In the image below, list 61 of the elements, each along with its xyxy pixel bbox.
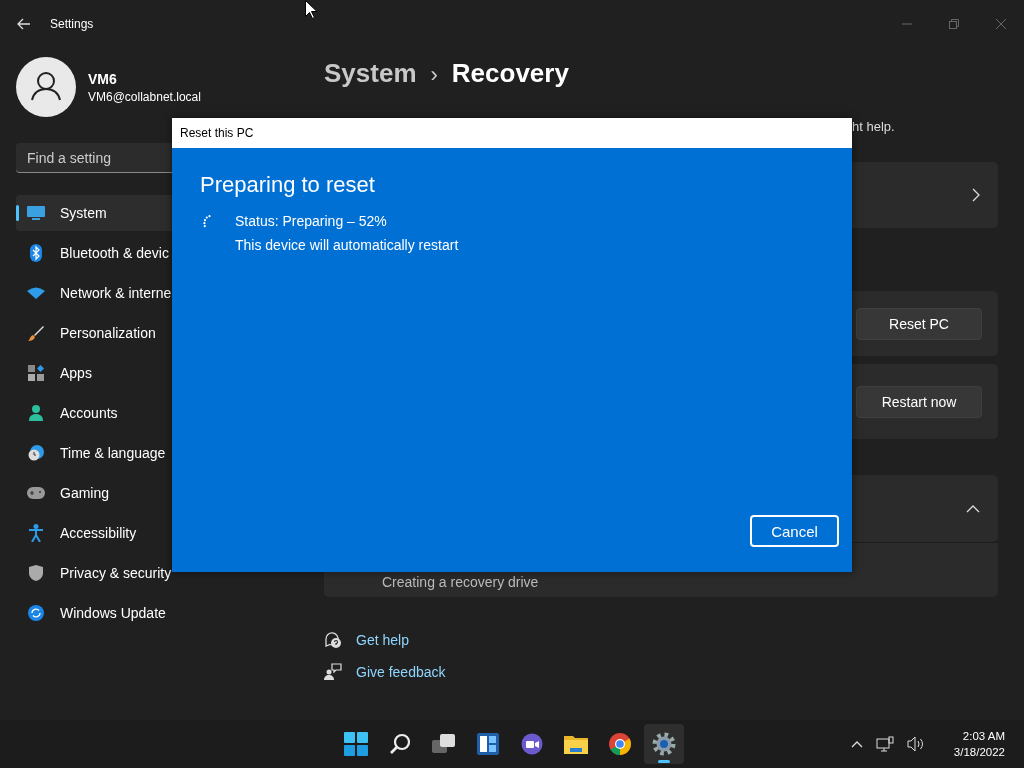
brush-icon bbox=[27, 325, 45, 341]
back-arrow-icon[interactable] bbox=[17, 18, 31, 30]
mouse-cursor-icon bbox=[305, 0, 317, 19]
person-icon bbox=[27, 405, 45, 421]
clock-date: 3/18/2022 bbox=[953, 746, 1005, 758]
feedback-icon bbox=[324, 663, 342, 681]
widgets-icon bbox=[477, 733, 499, 755]
card-button[interactable]: Reset PC bbox=[856, 307, 982, 340]
help-icon bbox=[324, 631, 342, 649]
clock-time: 2:03 AM bbox=[962, 730, 1005, 742]
breadcrumb-parent[interactable]: System bbox=[324, 58, 417, 89]
clock-globe-icon bbox=[27, 445, 45, 461]
sidebar-item[interactable]: Accounts bbox=[16, 395, 296, 431]
chevron-up-icon[interactable] bbox=[850, 740, 863, 748]
sidebar-item[interactable]: Time & language bbox=[16, 435, 296, 471]
user-name: VM6 bbox=[88, 70, 118, 87]
browser-icon bbox=[609, 733, 631, 755]
breadcrumb-separator: › bbox=[430, 62, 438, 88]
clock[interactable]: 2:03 AM 3/18/2022 bbox=[953, 730, 1005, 758]
sidebar-item[interactable]: Windows Update bbox=[16, 595, 296, 631]
spinner-icon bbox=[203, 215, 211, 229]
search-icon bbox=[389, 733, 411, 755]
sidebar-item[interactable]: Accessibility bbox=[16, 515, 296, 551]
intro-text: ht help. bbox=[852, 119, 895, 134]
window-title: Settings bbox=[50, 17, 94, 31]
volume-icon[interactable] bbox=[906, 736, 925, 752]
close-icon[interactable] bbox=[995, 18, 1007, 30]
wifi-icon bbox=[27, 287, 45, 299]
chevron-right-icon[interactable] bbox=[972, 188, 980, 202]
task-view-icon bbox=[432, 734, 456, 754]
help-link[interactable]: Give feedback bbox=[356, 664, 446, 680]
monitor-icon bbox=[27, 206, 45, 220]
shield-icon bbox=[27, 565, 45, 581]
restore-icon[interactable] bbox=[948, 18, 960, 30]
bluetooth-icon bbox=[27, 244, 45, 262]
dialog-heading: Preparing to reset bbox=[200, 172, 376, 198]
cancel-button[interactable]: Cancel bbox=[750, 515, 839, 547]
folder-icon bbox=[564, 734, 588, 754]
gamepad-icon bbox=[27, 487, 45, 499]
gear-icon bbox=[652, 732, 676, 756]
network-icon[interactable] bbox=[875, 736, 894, 752]
help-link[interactable]: Get help bbox=[356, 632, 409, 648]
sidebar-item[interactable]: Personalization bbox=[16, 315, 296, 351]
sidebar-item[interactable]: Gaming bbox=[16, 475, 296, 511]
update-icon bbox=[27, 605, 45, 621]
page-title: Recovery bbox=[451, 58, 569, 89]
sidebar-item[interactable]: Apps bbox=[16, 355, 296, 391]
sidebar-item[interactable]: Network & interne bbox=[16, 275, 296, 311]
accessibility-icon bbox=[27, 524, 45, 542]
taskbar-button[interactable] bbox=[644, 724, 684, 764]
video-chat-icon bbox=[521, 733, 543, 755]
dialog-title: Reset this PC bbox=[180, 126, 254, 140]
card-button[interactable]: Restart now bbox=[856, 385, 982, 418]
user-email: VM6@collabnet.local bbox=[88, 89, 201, 104]
avatar-icon bbox=[16, 57, 76, 117]
sidebar-item[interactable]: Privacy & security bbox=[16, 555, 296, 591]
apps-icon bbox=[27, 365, 45, 381]
restart-note: This device will automatically restart bbox=[235, 237, 459, 253]
detail-text: Creating a recovery drive bbox=[382, 574, 539, 590]
start-icon bbox=[344, 732, 368, 756]
chevron-icon[interactable] bbox=[966, 504, 980, 513]
